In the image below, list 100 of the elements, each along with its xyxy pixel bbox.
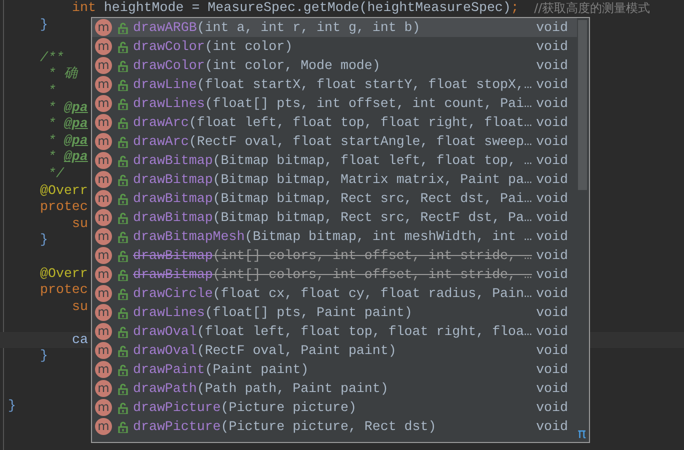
- return-type: void: [536, 153, 568, 168]
- method-signature: drawBitmap(int[] colors, int offset, int stride, …: [133, 267, 533, 282]
- completion-item[interactable]: m drawColor(int color, Mode mode) void: [92, 56, 577, 75]
- completion-item[interactable]: m drawBitmap(Bitmap bitmap, Rect src, RectF dst, Pa… void: [92, 208, 577, 227]
- method-icon: m: [95, 323, 112, 340]
- lock-icon: [117, 250, 129, 262]
- method-icon: m: [95, 19, 112, 36]
- method-icon: m: [95, 57, 112, 74]
- return-type: void: [536, 362, 568, 377]
- code-text: @Overr: [40, 182, 88, 200]
- return-type: void: [536, 248, 568, 263]
- method-signature: drawArc(RectF oval, float startAngle, float sweep…: [133, 134, 533, 149]
- completion-item[interactable]: m drawBitmap(Bitmap bitmap, float left, float top, … void: [92, 151, 577, 170]
- return-type: void: [536, 267, 568, 282]
- completion-item[interactable]: m drawOval(float left, float top, float right, floa… void: [92, 322, 577, 341]
- code-text: su: [72, 298, 88, 316]
- method-icon: m: [95, 418, 112, 435]
- lock-icon: [117, 344, 129, 356]
- lock-icon: [117, 78, 129, 90]
- return-type: void: [536, 77, 568, 92]
- completion-item[interactable]: m drawBitmap(int[] colors, int offset, int stride, … void: [92, 265, 577, 284]
- lock-icon: [117, 192, 129, 204]
- method-icon: m: [95, 266, 112, 283]
- method-icon: m: [95, 228, 112, 245]
- return-type: void: [536, 115, 568, 130]
- return-type: void: [536, 343, 568, 358]
- method-icon: m: [95, 380, 112, 397]
- code-text: //获取高度的测量模式: [533, 0, 650, 17]
- method-icon: m: [95, 399, 112, 416]
- completion-item[interactable]: m drawARGB(int a, int r, int g, int b) void: [92, 18, 577, 37]
- code-text: int: [72, 0, 96, 17]
- method-icon: m: [95, 152, 112, 169]
- completion-item[interactable]: m drawLine(float startX, float startY, float stopX,… void: [92, 75, 577, 94]
- completion-item[interactable]: m drawLines(float[] pts, Paint paint) void: [92, 303, 577, 322]
- method-signature: drawArc(float left, float top, float right, float…: [133, 115, 533, 130]
- return-type: void: [536, 229, 568, 244]
- lock-icon: [117, 154, 129, 166]
- method-icon: m: [95, 209, 112, 226]
- code-text: @pa: [64, 149, 88, 166]
- method-signature: drawPath(Path path, Paint paint): [133, 381, 390, 396]
- completion-item[interactable]: m drawBitmapMesh(Bitmap bitmap, int meshWidth, int … void: [92, 227, 577, 246]
- return-type: void: [536, 305, 568, 320]
- method-signature: drawBitmap(Bitmap bitmap, Matrix matrix, Paint pa…: [133, 172, 533, 187]
- lock-icon: [117, 306, 129, 318]
- code-text: ca: [72, 332, 88, 348]
- return-type: void: [536, 324, 568, 339]
- code-text: su: [72, 216, 88, 232]
- code-text: /**: [40, 50, 64, 66]
- lock-icon: [117, 402, 129, 414]
- code-text: *: [46, 100, 57, 116]
- code-text: @Overr: [40, 266, 88, 282]
- method-signature: drawBitmap(int[] colors, int offset, int stride, …: [133, 248, 533, 263]
- code-text: *: [46, 149, 57, 166]
- completion-item[interactable]: m drawArc(float left, float top, float right, float… void: [92, 113, 577, 132]
- code-text: }: [40, 16, 48, 34]
- method-signature: drawPicture(Picture picture): [133, 400, 358, 415]
- method-icon: m: [95, 342, 112, 359]
- lock-icon: [117, 420, 129, 432]
- completion-item[interactable]: m drawBitmap(Bitmap bitmap, Matrix matrix, Paint pa… void: [92, 170, 577, 189]
- method-icon: m: [95, 95, 112, 112]
- method-signature: drawLine(float startX, float startY, float stopX,…: [133, 77, 533, 92]
- completion-item[interactable]: m drawPath(Path path, Paint paint) void: [92, 379, 577, 398]
- completion-item[interactable]: m drawBitmap(int[] colors, int offset, int stride, … void: [92, 246, 577, 265]
- return-type: void: [536, 58, 568, 73]
- code-text: protec: [40, 199, 88, 216]
- method-signature: drawBitmapMesh(Bitmap bitmap, int meshWidth, int …: [133, 229, 533, 244]
- completion-item[interactable]: m drawCircle(float cx, float cy, float radius, Pain… void: [92, 284, 577, 303]
- lock-icon: [117, 60, 129, 72]
- scrollbar[interactable]: [578, 20, 587, 190]
- code-text: }: [40, 232, 48, 249]
- return-type: void: [536, 20, 568, 35]
- method-icon: m: [95, 247, 112, 264]
- code-text: protec: [40, 282, 88, 299]
- method-signature: drawOval(RectF oval, Paint paint): [133, 343, 398, 358]
- lock-icon: [117, 268, 129, 280]
- code-text: */: [46, 166, 64, 183]
- return-type: void: [536, 172, 568, 187]
- method-icon: m: [95, 285, 112, 302]
- method-icon: m: [95, 76, 112, 93]
- method-icon: m: [95, 171, 112, 188]
- method-icon: m: [95, 361, 112, 378]
- method-signature: drawPaint(Paint paint): [133, 362, 310, 377]
- code-text: @pa: [64, 132, 88, 150]
- code-text: @pa: [64, 100, 88, 116]
- method-signature: drawLines(float[] pts, Paint paint): [133, 305, 414, 320]
- completion-item[interactable]: m drawArc(RectF oval, float startAngle, float sweep… void: [92, 132, 577, 151]
- completion-item[interactable]: m drawBitmap(Bitmap bitmap, Rect src, Rect dst, Pai… void: [92, 189, 577, 208]
- completion-item[interactable]: m drawPicture(Picture picture, Rect dst) void: [92, 417, 577, 436]
- completion-item[interactable]: m drawOval(RectF oval, Paint paint) void: [92, 341, 577, 360]
- method-signature: drawOval(float left, float top, float right, floa…: [133, 324, 533, 339]
- lock-icon: [117, 116, 129, 128]
- lock-icon: [117, 230, 129, 242]
- completion-item[interactable]: m drawPicture(Picture picture) void: [92, 398, 577, 417]
- lock-icon: [117, 136, 129, 148]
- completion-item[interactable]: m drawPaint(Paint paint) void: [92, 360, 577, 379]
- completion-item[interactable]: m drawLines(float[] pts, int offset, int count, Pai… void: [92, 94, 577, 113]
- method-signature: drawBitmap(Bitmap bitmap, Rect src, Rect dst, Pai…: [133, 191, 533, 206]
- completion-item[interactable]: m drawColor(int color) void: [92, 37, 577, 56]
- method-signature: drawColor(int color): [133, 39, 294, 54]
- lock-icon: [117, 382, 129, 394]
